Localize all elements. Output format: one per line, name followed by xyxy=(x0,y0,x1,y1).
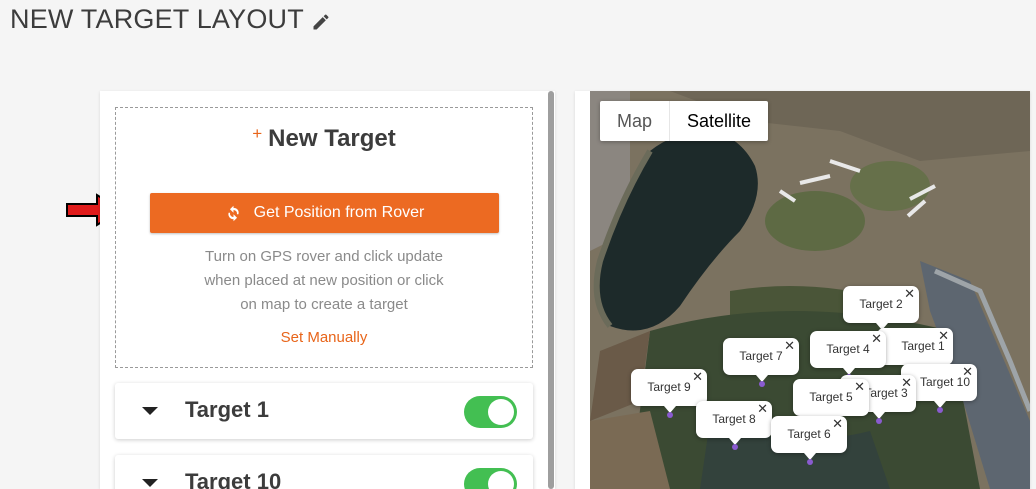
close-icon[interactable]: ✕ xyxy=(938,329,949,344)
set-manually-link[interactable]: Set Manually xyxy=(116,329,532,346)
map-marker[interactable]: Target 5 ✕ xyxy=(793,379,869,428)
close-icon[interactable]: ✕ xyxy=(692,370,703,385)
help-line: when placed at new position or click xyxy=(204,272,444,289)
tab-satellite[interactable]: Satellite xyxy=(669,101,768,141)
tab-map[interactable]: Map xyxy=(600,101,669,141)
pencil-icon[interactable] xyxy=(311,12,331,32)
target-card: Target 1 xyxy=(115,383,533,439)
map-marker[interactable]: Target 7 ✕ xyxy=(723,338,799,387)
caret-down-icon[interactable] xyxy=(142,479,158,487)
new-target-label: New Target xyxy=(268,125,396,152)
new-target-title: + New Target xyxy=(116,124,532,153)
marker-dot xyxy=(667,412,673,418)
help-line: on map to create a target xyxy=(240,296,408,313)
map-panel: Map Satellite Target 2 ✕ Target 1 ✕ Targ… xyxy=(575,91,1030,489)
refresh-icon xyxy=(228,205,239,221)
target-toggle[interactable] xyxy=(464,468,517,489)
map-type-control: Map Satellite xyxy=(600,101,769,141)
marker-dot xyxy=(876,418,882,424)
rover-button-label: Get Position from Rover xyxy=(253,204,425,221)
close-icon[interactable]: ✕ xyxy=(962,365,973,380)
close-icon[interactable]: ✕ xyxy=(854,380,865,395)
help-text: Turn on GPS rover and click update when … xyxy=(116,245,532,317)
caret-down-icon[interactable] xyxy=(142,407,158,415)
plus-icon: + xyxy=(252,124,263,143)
close-icon[interactable]: ✕ xyxy=(871,332,882,347)
marker-dot xyxy=(759,381,765,387)
close-icon[interactable]: ✕ xyxy=(904,287,915,302)
target-card: Target 10 xyxy=(115,455,533,489)
map-marker[interactable]: Target 8 ✕ xyxy=(696,401,772,450)
target-name: Target 10 xyxy=(185,469,282,489)
toggle-knob xyxy=(488,399,514,425)
help-line: Turn on GPS rover and click update xyxy=(205,248,443,265)
new-target-box: + New Target Get Position from Rover Turn… xyxy=(115,107,533,368)
map-marker[interactable]: Target 1 ✕ xyxy=(877,328,953,377)
close-icon[interactable]: ✕ xyxy=(832,417,843,432)
target-toggle[interactable] xyxy=(464,396,517,428)
map-marker[interactable]: Target 6 ✕ xyxy=(771,416,847,465)
marker-dot xyxy=(807,459,813,465)
map-marker[interactable]: Target 9 ✕ xyxy=(631,369,707,418)
panel-scrollbar[interactable] xyxy=(548,91,554,489)
get-position-from-rover-button[interactable]: Get Position from Rover xyxy=(150,193,499,233)
close-icon[interactable]: ✕ xyxy=(784,339,795,354)
toggle-knob xyxy=(488,471,514,489)
close-icon[interactable]: ✕ xyxy=(901,376,912,391)
marker-dot xyxy=(732,444,738,450)
marker-label: Target 1 xyxy=(901,339,945,353)
marker-dot xyxy=(937,407,943,413)
target-name: Target 1 xyxy=(185,397,269,422)
close-icon[interactable]: ✕ xyxy=(757,402,768,417)
satellite-map[interactable]: Map Satellite Target 2 ✕ Target 1 ✕ Targ… xyxy=(590,91,1030,489)
page-title: NEW TARGET LAYOUT xyxy=(10,4,304,34)
map-marker[interactable]: Target 4 ✕ xyxy=(810,331,886,380)
map-marker[interactable]: Target 2 ✕ xyxy=(843,286,919,335)
targets-panel: + New Target Get Position from Rover Turn… xyxy=(100,91,555,489)
